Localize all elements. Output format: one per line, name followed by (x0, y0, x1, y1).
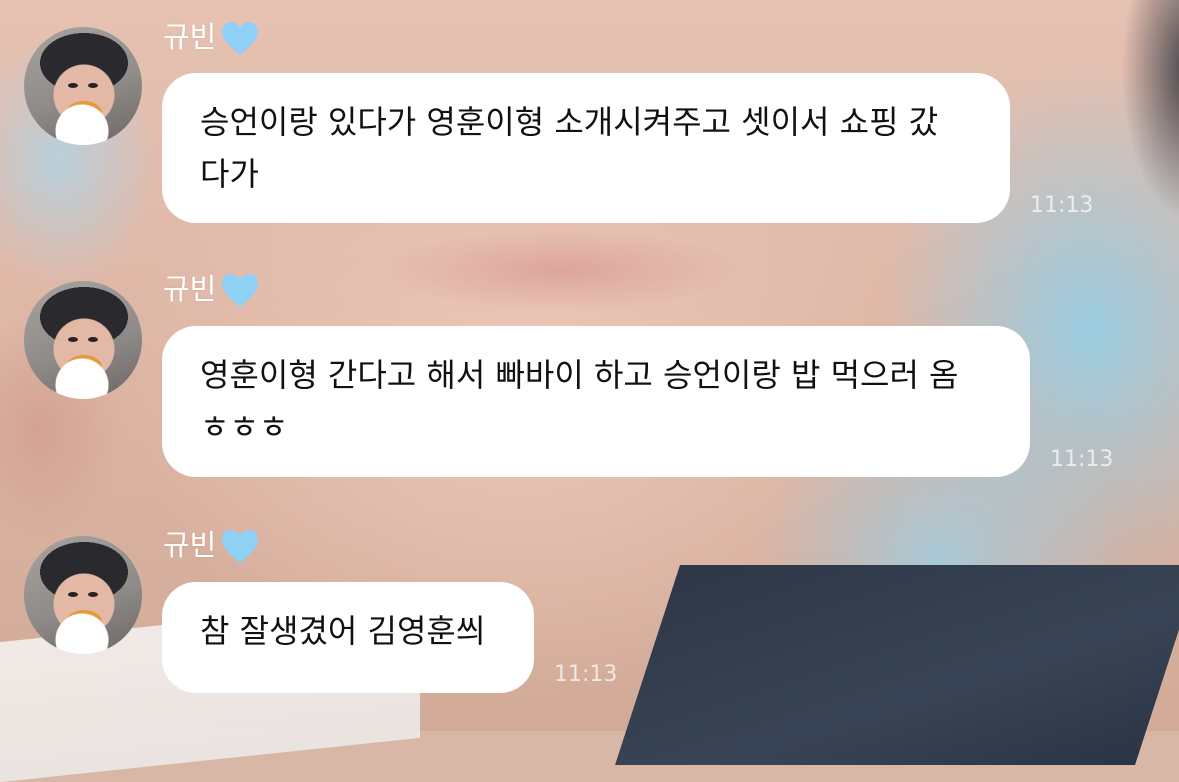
message-timestamp: 11:13 (554, 662, 618, 687)
heart-icon (222, 22, 259, 55)
avatar-eye (88, 83, 98, 88)
sender-name-text: 규빈 (163, 528, 217, 562)
avatar-eye (68, 83, 78, 88)
sender-name[interactable]: 규빈 (163, 266, 260, 309)
avatar[interactable] (24, 27, 142, 145)
avatar[interactable] (24, 281, 142, 399)
background-detail (615, 565, 1179, 765)
heart-icon (222, 274, 259, 307)
avatar-eye (88, 337, 98, 342)
sender-name[interactable]: 규빈 (163, 14, 260, 57)
avatar[interactable] (24, 536, 142, 654)
message-bubble[interactable]: 승언이랑 있다가 영훈이형 소개시켜주고 셋이서 쇼핑 갔 다가 (162, 73, 1010, 223)
message-bubble[interactable]: 참 잘생겼어 김영훈씌 (162, 582, 534, 693)
message-text: 승언이랑 있다가 영훈이형 소개시켜주고 셋이서 쇼핑 갔 다가 (200, 103, 939, 193)
message-text: 영훈이형 간다고 해서 빠바이 하고 승언이랑 밥 먹으러 옴 ㅎㅎㅎ (200, 356, 959, 446)
avatar-eye (88, 592, 98, 597)
sender-name-text: 규빈 (163, 20, 217, 54)
message-timestamp: 11:13 (1050, 447, 1114, 472)
message-timestamp: 11:13 (1030, 193, 1094, 218)
message-text: 참 잘생겼어 김영훈씌 (200, 612, 486, 650)
heart-icon (222, 530, 259, 563)
avatar-eye (68, 592, 78, 597)
avatar-eye (68, 337, 78, 342)
sender-name[interactable]: 규빈 (163, 522, 260, 565)
message-bubble[interactable]: 영훈이형 간다고 해서 빠바이 하고 승언이랑 밥 먹으러 옴 ㅎㅎㅎ (162, 326, 1030, 477)
sender-name-text: 규빈 (163, 272, 217, 306)
